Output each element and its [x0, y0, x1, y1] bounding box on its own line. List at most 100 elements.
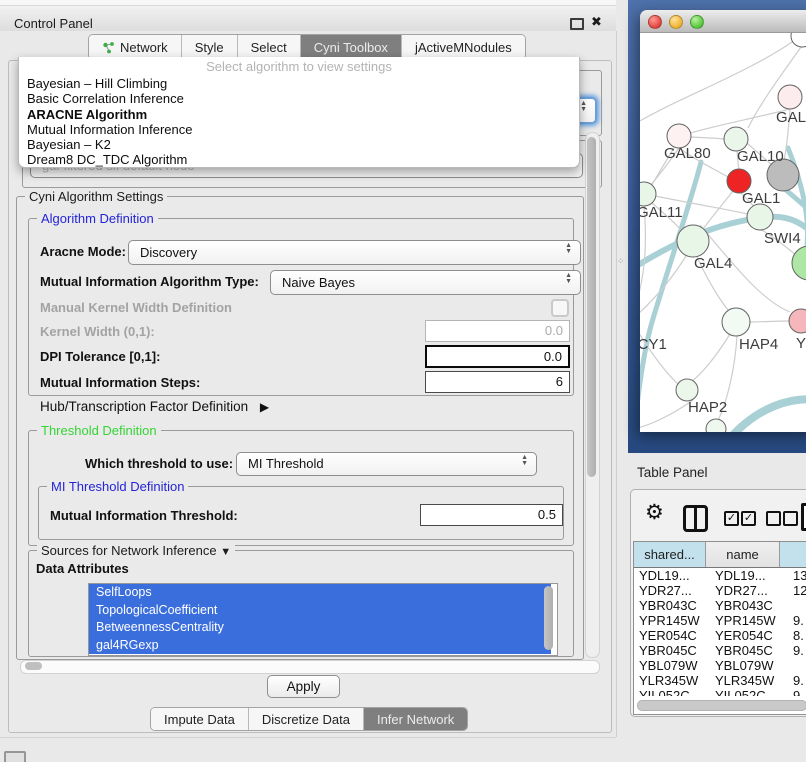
table-panel-title: Table Panel — [637, 465, 708, 480]
zoom-traffic-light[interactable] — [690, 15, 704, 29]
column-header[interactable]: name — [706, 542, 780, 567]
table-row[interactable]: YBR045CYBR045C9. — [634, 643, 806, 658]
attribute-list-item[interactable]: TopologicalCoefficient — [89, 602, 551, 620]
network-node[interactable] — [722, 308, 750, 336]
combo-arrows-icon: ▲▼ — [521, 455, 528, 467]
tab-discretize-data[interactable]: Discretize Data — [249, 708, 364, 730]
network-node[interactable] — [676, 379, 698, 401]
tab-select[interactable]: Select — [238, 35, 301, 59]
tab-jactivemnodules[interactable]: jActiveMNodules — [402, 35, 525, 59]
table-horizontal-scrollbar[interactable] — [636, 699, 806, 710]
table-cell: YLR345W — [634, 673, 710, 688]
mi-type-combo[interactable]: Naive Bayes ▲▼ — [270, 270, 581, 295]
checked-checkbox-icon[interactable]: ✓ — [741, 511, 756, 526]
tab-style[interactable]: Style — [182, 35, 238, 59]
scrollbar-thumb[interactable] — [25, 662, 42, 670]
column-split-icon[interactable] — [683, 505, 708, 532]
tab-cyni-toolbox[interactable]: Cyni Toolbox — [301, 35, 402, 59]
table-cell: 12 — [788, 583, 806, 598]
dpi-tolerance-label: DPI Tolerance [0,1]: — [40, 349, 160, 364]
mi-threshold-field[interactable]: 0.5 — [420, 504, 563, 526]
control-panel-title: Control Panel — [14, 16, 93, 31]
gear-icon[interactable]: ⚙ — [645, 502, 664, 524]
network-node[interactable] — [789, 309, 806, 333]
popup-item[interactable]: ARACNE Algorithm — [19, 107, 579, 122]
table-row[interactable]: YIL052CYIL052C9. — [634, 688, 806, 696]
table-row[interactable]: YER054CYER054C8. — [634, 628, 806, 643]
settings-group-title: Cyni Algorithm Settings — [25, 189, 167, 204]
data-attributes-label: Data Attributes — [36, 561, 129, 576]
attribute-list-item[interactable]: BetweennessCentrality — [89, 619, 551, 637]
network-node[interactable] — [677, 225, 709, 257]
scrollbar-thumb[interactable] — [637, 700, 806, 711]
table-cell: 8. — [788, 628, 806, 643]
popup-item[interactable]: Dream8 DC_TDC Algorithm — [19, 152, 579, 167]
manual-kernel-checkbox[interactable] — [551, 299, 569, 317]
popup-item[interactable]: Basic Correlation Inference — [19, 91, 579, 106]
network-node-label: GAL4 — [694, 255, 732, 272]
aracne-mode-combo[interactable]: Discovery ▲▼ — [128, 240, 581, 265]
network-node[interactable] — [706, 419, 726, 432]
table-row[interactable]: YBR043CYBR043C — [634, 598, 806, 613]
network-node-label: Y — [796, 335, 806, 352]
settings-vertical-scrollbar[interactable] — [585, 132, 600, 658]
network-node[interactable] — [791, 33, 806, 47]
table-cell: YPR145W — [634, 613, 710, 628]
table-cell: YDR27... — [710, 583, 788, 598]
float-panel-icon[interactable] — [570, 18, 584, 30]
table-cell: YIL052C — [634, 688, 710, 696]
mi-type-label: Mutual Information Algorithm Type: — [40, 274, 259, 289]
table-row[interactable]: YDL19...YDL19...13 — [634, 568, 806, 583]
close-traffic-light[interactable] — [648, 15, 662, 29]
column-header[interactable] — [780, 542, 806, 567]
network-canvas[interactable]: GALGAL80GAL10GAL1SWI4GAL11GAL4GCY1HAP4YH… — [640, 33, 806, 432]
sources-title: Sources for Network Inference ▼ — [37, 543, 235, 558]
unchecked-checkbox-icon[interactable] — [766, 511, 781, 526]
table-row[interactable]: YBL079WYBL079W — [634, 658, 806, 673]
network-node[interactable] — [792, 246, 806, 280]
aracne-mode-value: Discovery — [140, 245, 197, 260]
apply-button[interactable]: Apply — [267, 675, 340, 698]
scrollbar-thumb[interactable] — [587, 137, 596, 477]
unchecked-checkbox-icon[interactable] — [783, 511, 798, 526]
popup-item[interactable]: Mutual Information Inference — [19, 122, 579, 137]
tab-infer-network[interactable]: Infer Network — [364, 708, 467, 730]
close-panel-icon[interactable]: ✖ — [591, 14, 602, 30]
popup-item[interactable]: Bayesian – Hill Climbing — [19, 76, 579, 91]
dpi-tolerance-field[interactable]: 0.0 — [425, 345, 570, 368]
table-row[interactable]: YPR145WYPR145W9. — [634, 613, 806, 628]
minimize-traffic-light[interactable] — [669, 15, 683, 29]
node-table: shared...name YDL19...YDL19...13YDR27...… — [633, 541, 806, 715]
mi-type-value: Naive Bayes — [282, 275, 355, 290]
table-row[interactable]: YLR345WYLR345W9. — [634, 673, 806, 688]
column-header[interactable]: shared... — [634, 542, 706, 567]
attributes-scrollbar-thumb[interactable] — [544, 586, 553, 650]
tab-impute-data[interactable]: Impute Data — [151, 708, 249, 730]
data-attributes-list[interactable]: SelfLoopsTopologicalCoefficientBetweenne… — [88, 583, 558, 656]
table-cell: 9. — [788, 613, 806, 628]
attribute-list-item[interactable]: SelfLoops — [89, 584, 551, 602]
checked-checkbox-icon[interactable]: ✓ — [724, 511, 739, 526]
network-node[interactable] — [640, 182, 656, 206]
document-icon[interactable] — [801, 503, 806, 531]
mi-steps-field[interactable]: 6 — [425, 371, 570, 393]
network-node[interactable] — [747, 204, 773, 230]
popup-prompt: Select algorithm to view settings — [19, 59, 579, 76]
settings-horizontal-scrollbar[interactable] — [20, 660, 600, 674]
tab-label: Discretize Data — [262, 712, 350, 727]
hub-definition-expander[interactable]: Hub/Transcription Factor Definition ▶ — [40, 399, 269, 414]
popup-item[interactable]: Bayesian – K2 — [19, 137, 579, 152]
tab-label: Infer Network — [377, 712, 454, 727]
combo-arrows-icon: ▲▼ — [565, 273, 572, 285]
attribute-list-item[interactable]: gal4RGexp — [89, 637, 551, 655]
network-node[interactable] — [778, 85, 802, 109]
table-row[interactable]: YDR27...YDR27...12 — [634, 583, 806, 598]
panel-divider-grip[interactable]: ⁘ — [617, 259, 622, 269]
mi-threshold-label: Mutual Information Threshold: — [50, 508, 238, 523]
table-cell: 13 — [788, 568, 806, 583]
kernel-width-field[interactable]: 0.0 — [425, 320, 570, 342]
which-threshold-combo[interactable]: MI Threshold ▲▼ — [236, 452, 537, 476]
minimized-panel-icon[interactable] — [4, 751, 26, 762]
tab-network[interactable]: Network — [89, 35, 182, 59]
table-cell: YER054C — [710, 628, 788, 643]
